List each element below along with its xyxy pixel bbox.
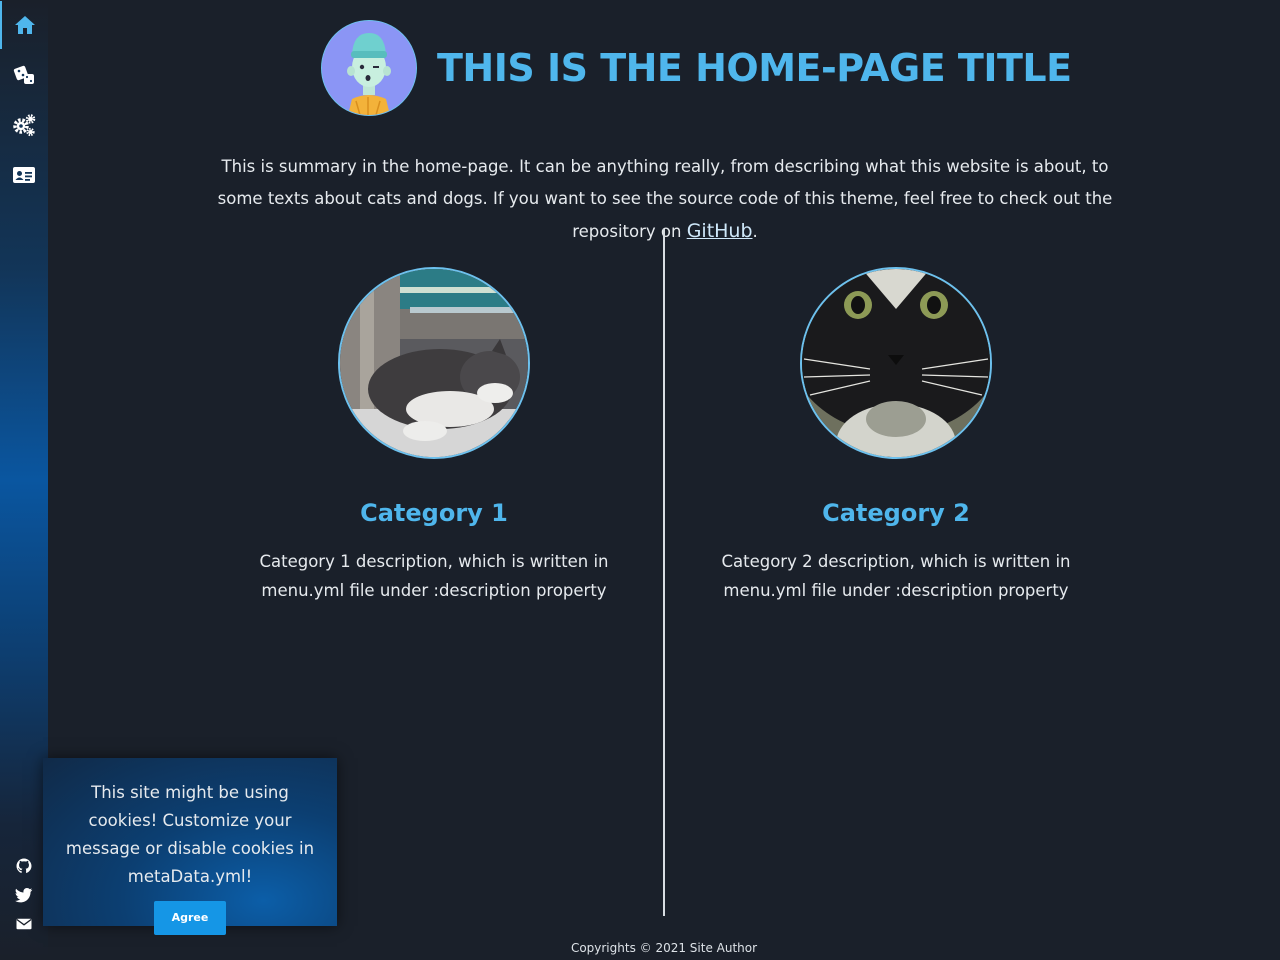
sidebar [0, 0, 48, 960]
avatar [321, 20, 417, 116]
agree-button[interactable]: Agree [154, 901, 226, 935]
sidebar-item-games[interactable] [0, 51, 48, 99]
sidebar-item-home[interactable] [0, 1, 48, 49]
email-link[interactable] [0, 912, 48, 936]
category-2-description: Category 2 description, which is written… [721, 551, 1071, 600]
page-title: THIS IS THE HOME-PAGE TITLE [437, 46, 1072, 90]
twitter-link[interactable] [0, 883, 48, 907]
sidebar-item-settings[interactable] [0, 101, 48, 149]
summary-end: . [752, 221, 758, 241]
gears-icon [13, 114, 36, 137]
dice-icon [13, 65, 34, 84]
category-1-image[interactable] [338, 267, 530, 459]
id-card-icon [13, 167, 35, 183]
github-repo-link[interactable]: GitHub [687, 220, 753, 242]
footer-copyright: Copyrights © 2021 Site Author [570, 941, 758, 955]
home-icon [15, 16, 35, 34]
category-divider [663, 229, 665, 916]
github-icon [16, 858, 32, 874]
github-link[interactable] [0, 854, 48, 878]
category-card-1[interactable]: Category 1 Category 1 description, which… [224, 267, 644, 621]
category-1-description: Category 1 description, which is written… [259, 551, 609, 600]
avatar-illustration [322, 21, 416, 115]
envelope-icon [16, 918, 32, 930]
category-2-image[interactable] [800, 267, 992, 459]
category-2-title[interactable]: Category 2 [686, 499, 1106, 527]
sleeping-cat-photo [340, 269, 528, 457]
category-card-2[interactable]: Category 2 Category 2 description, which… [686, 267, 1106, 621]
category-1-title[interactable]: Category 1 [224, 499, 644, 527]
summary-text: This is summary in the home-page. It can… [217, 156, 1113, 241]
home-summary: This is summary in the home-page. It can… [200, 151, 1130, 248]
cookie-message: This site might be using cookies! Custom… [65, 783, 315, 886]
twitter-icon [15, 888, 33, 903]
sidebar-item-about[interactable] [0, 151, 48, 199]
cat-face-photo [802, 269, 990, 457]
cookie-banner: This site might be using cookies! Custom… [43, 758, 337, 935]
page-header: THIS IS THE HOME-PAGE TITLE [321, 20, 1072, 116]
